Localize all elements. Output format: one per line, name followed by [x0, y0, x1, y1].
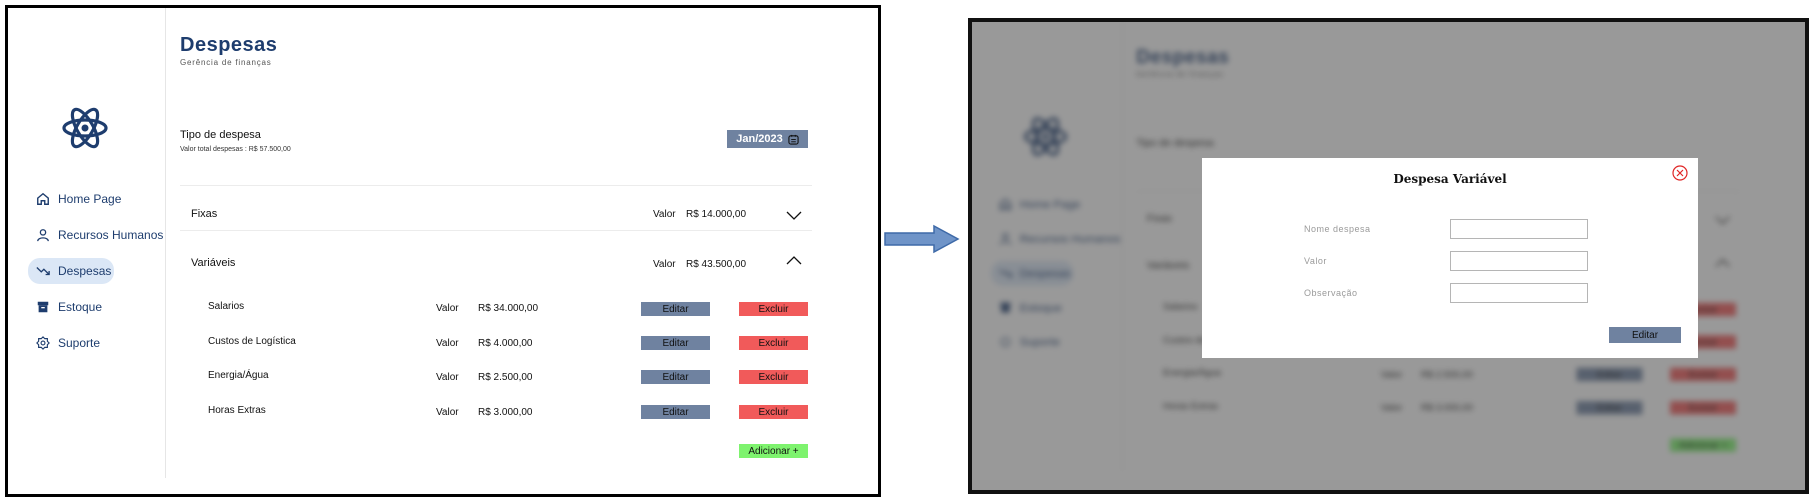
- group-label-variaveis: Variáveis: [191, 257, 236, 269]
- arrow-right-icon: [884, 224, 960, 254]
- screen-before: Home Page Recursos Humanos Despesas Esto…: [5, 5, 881, 497]
- delete-button[interactable]: Excluir: [739, 336, 808, 350]
- sidebar-item-label: Estoque: [58, 300, 103, 314]
- page-header: Despesas Gerência de finanças: [180, 34, 277, 67]
- valor-label: Valor: [436, 303, 459, 314]
- edit-button[interactable]: Editar: [641, 336, 710, 350]
- month-value: Jan/2023: [736, 133, 783, 145]
- delete-button[interactable]: Excluir: [739, 302, 808, 316]
- sidebar-item-label: Home Page: [58, 192, 122, 206]
- home-icon: [37, 192, 49, 205]
- sidebar-item-label: Suporte: [58, 336, 101, 350]
- sidebar-item-label: Recursos Humanos: [58, 228, 164, 242]
- sidebar: Home Page Recursos Humanos Despesas Esto…: [8, 8, 166, 478]
- atom-logo-icon: [62, 107, 108, 149]
- sidebar-item-recursos-humanos[interactable]: Recursos Humanos: [28, 222, 163, 248]
- modal-title: Despesa Variável: [1393, 172, 1507, 186]
- sidebar-item-home[interactable]: Home Page: [28, 186, 163, 212]
- expense-type-header: Tipo de despesa Valor total despesas : R…: [180, 129, 291, 153]
- app-window: Home Page Recursos Humanos Despesas Esto…: [8, 8, 878, 494]
- value-field-label: Valor: [1304, 256, 1327, 266]
- item-amount: R$ 34.000,00: [478, 303, 539, 314]
- sidebar-item-despesas[interactable]: Despesas: [28, 258, 114, 284]
- page-title: Despesas: [180, 34, 278, 56]
- valor-label: Valor: [436, 338, 459, 349]
- item-name: Custos de Logística: [208, 336, 296, 347]
- expense-total: Valor total despesas : R$ 57.500,00: [180, 146, 291, 153]
- page-subtitle: Gerência de finanças: [180, 58, 272, 67]
- valor-label: Valor: [653, 259, 676, 270]
- trend-down-icon: [36, 267, 50, 276]
- valor-label: Valor: [436, 407, 459, 418]
- edit-button[interactable]: Editar: [641, 405, 710, 419]
- divider: [180, 185, 812, 186]
- close-icon[interactable]: [1672, 165, 1688, 181]
- valor-label: Valor: [436, 372, 459, 383]
- group-amount-fixas: R$ 14.000,00: [686, 209, 747, 220]
- sidebar-item-estoque[interactable]: Estoque: [28, 294, 163, 320]
- item-amount: R$ 3.000,00: [478, 407, 533, 418]
- sidebar-item-label: Despesas: [58, 264, 112, 278]
- box-icon: [37, 301, 49, 313]
- calendar-icon: [788, 134, 799, 145]
- group-amount-variaveis: R$ 43.500,00: [686, 259, 747, 270]
- screen-after: Home Page Recursos Humanos Despesas Esto…: [968, 18, 1809, 494]
- item-amount: R$ 2.500,00: [478, 372, 533, 383]
- delete-button[interactable]: Excluir: [739, 370, 808, 384]
- edit-expense-modal: Despesa Variável Nome despesa Valor Obse…: [1202, 158, 1698, 358]
- valor-label: Valor: [653, 209, 676, 220]
- chevron-up-icon[interactable]: [785, 254, 803, 266]
- item-name: Salarios: [208, 301, 245, 312]
- item-name: Energia/Água: [208, 370, 269, 381]
- name-field[interactable]: [1450, 219, 1588, 239]
- delete-button[interactable]: Excluir: [739, 405, 808, 419]
- user-icon: [37, 229, 49, 242]
- group-label-fixas: Fixas: [191, 208, 218, 220]
- month-picker[interactable]: Jan/2023: [727, 130, 808, 148]
- edit-button[interactable]: Editar: [641, 370, 710, 384]
- support-icon: [36, 336, 50, 350]
- divider: [180, 230, 812, 231]
- chevron-down-icon[interactable]: [785, 210, 803, 222]
- sidebar-item-suporte[interactable]: Suporte: [28, 330, 163, 356]
- edit-button[interactable]: Editar: [641, 302, 710, 316]
- value-field[interactable]: [1450, 251, 1588, 271]
- submit-edit-button[interactable]: Editar: [1609, 327, 1681, 343]
- sidebar-nav: Home Page Recursos Humanos Despesas Esto…: [28, 186, 163, 366]
- name-field-label: Nome despesa: [1304, 224, 1371, 234]
- notes-field-label: Observação: [1304, 288, 1358, 298]
- add-button[interactable]: Adicionar +: [739, 444, 808, 458]
- notes-field[interactable]: [1450, 283, 1588, 303]
- expense-type-label: Tipo de despesa: [180, 129, 261, 141]
- item-amount: R$ 4.000,00: [478, 338, 533, 349]
- item-name: Horas Extras: [208, 405, 266, 416]
